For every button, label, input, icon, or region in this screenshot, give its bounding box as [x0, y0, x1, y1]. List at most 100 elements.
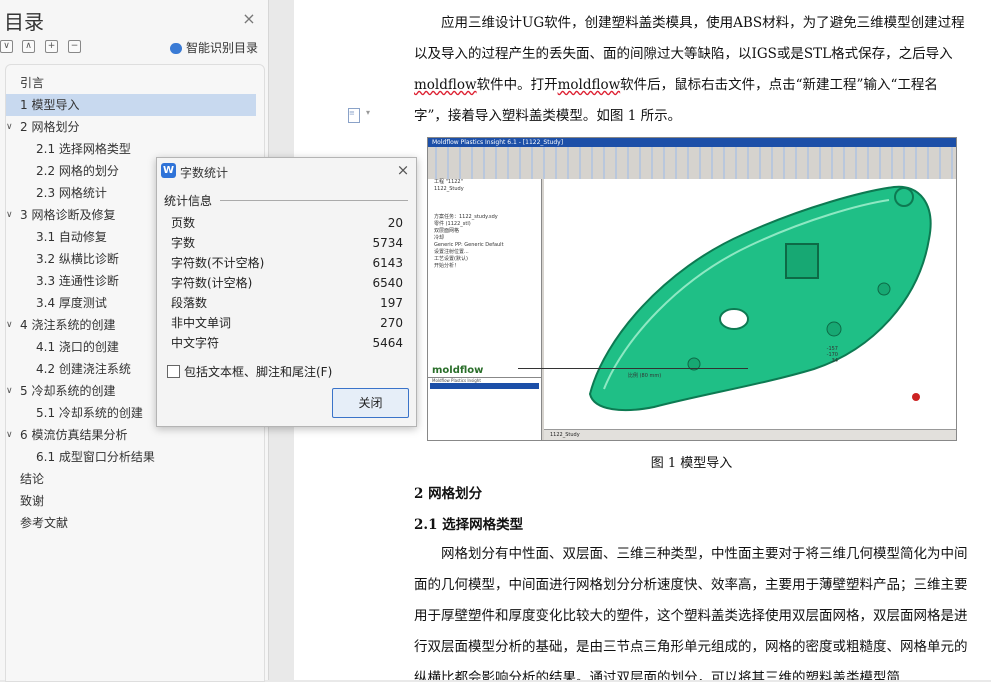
paragraph-handle-icon[interactable]: ≡ — [348, 108, 360, 123]
part-tab — [894, 187, 914, 207]
heading-2[interactable]: 2 网格划分 — [414, 482, 482, 502]
add-heading-icon[interactable]: + — [45, 40, 58, 53]
figure-scale-bar — [518, 368, 748, 369]
toc-item-label: 3.2 纵横比诊断 — [36, 252, 119, 266]
figure-project-tree: 工程 "1122" 1122_Study 方案任务：1122_study.sdy 零件… — [428, 179, 542, 440]
dialog-title: 字数统计 — [180, 166, 229, 180]
stats-section-title: 统计信息 — [164, 194, 213, 208]
stat-row: 非中文单词 270 — [171, 313, 403, 333]
figure-tree-line: 设置注射位置... — [434, 249, 469, 255]
stat-label: 中文字符 — [171, 336, 220, 350]
chevron-down-icon[interactable]: ▾ — [366, 108, 370, 117]
toc-item-label: 致谢 — [20, 494, 45, 508]
chevron-down-icon[interactable]: ∨ — [6, 380, 13, 402]
toc-item[interactable]: 参考文献 — [6, 512, 256, 534]
figure-titlebar: Moldflow Plastics Insight 6.1 - [1122_St… — [428, 138, 956, 147]
chevron-down-icon[interactable]: ∨ — [6, 116, 13, 138]
figure-model-view — [544, 179, 956, 429]
toc-item-label: 5 冷却系统的创建 — [20, 384, 116, 398]
close-icon[interactable]: × — [240, 10, 258, 28]
figure-image[interactable]: Moldflow Plastics Insight 6.1 - [1122_St… — [427, 137, 957, 441]
toc-item[interactable]: 致谢 — [6, 490, 256, 512]
stat-value: 6143 — [372, 256, 403, 270]
figure-tree-lines: 工程 "1122" 1122_Study 方案任务：1122_study.sdy 零件… — [428, 179, 541, 270]
expand-up-icon[interactable]: ∧ — [22, 40, 35, 53]
toc-item-label: 2.2 网格的划分 — [36, 164, 119, 178]
stat-label: 段落数 — [171, 296, 208, 310]
coord-z: 34 — [831, 358, 838, 364]
para1-text-a: 应用三维设计UG软件，创建塑料盖类模具，使用ABS材料，为了避免三维模型创建过程… — [414, 15, 965, 62]
toc-item-label: 2.3 网格统计 — [36, 186, 107, 200]
figure-caption[interactable]: 图 1 模型导入 — [0, 452, 991, 471]
stat-value: 270 — [380, 316, 403, 330]
stat-value: 5464 — [372, 336, 403, 350]
toc-item-label: 参考文献 — [20, 516, 69, 530]
figure-study-tab: 1122_Study — [544, 429, 956, 440]
para2-text: 网格划分有中性面、双层面、三维三种类型，中性面主要对于将三维几何模型简化为中间面… — [414, 546, 968, 680]
stat-label: 字符数(计空格) — [171, 276, 253, 290]
toc-item-label: 1 模型导入 — [20, 98, 80, 112]
wps-logo-icon: W — [161, 163, 176, 178]
close-icon[interactable]: × — [395, 161, 411, 179]
moldflow-word-1: moldflow — [414, 77, 477, 93]
toc-item-label: 4.1 浇口的创建 — [36, 340, 119, 354]
paragraph-1[interactable]: 应用三维设计UG软件，创建塑料盖类模具，使用ABS材料，为了避免三维模型创建过程… — [414, 8, 969, 132]
stat-label: 字数 — [171, 236, 196, 250]
stat-value: 5734 — [372, 236, 403, 250]
stats-list: 页数 20 字数 5734 字符数(不计空格) 6143 字符数(计空格) 6540 段落数 19… — [171, 213, 403, 353]
figure-tree-line: Generic PP: Generic Default — [434, 242, 504, 248]
stat-row: 字数 5734 — [171, 233, 403, 253]
figure-tree-line: 开始分析！ — [434, 263, 460, 269]
part-hole — [719, 308, 749, 330]
toc-title: 目录 — [4, 10, 44, 34]
toc-item[interactable]: ∨ 2 网格划分 — [6, 116, 256, 138]
figure-coords: -157 -170 34 — [816, 346, 838, 364]
figure-tree-line — [428, 200, 541, 207]
stat-label: 非中文单词 — [171, 316, 232, 330]
part-boss — [785, 243, 819, 279]
part-boss-small-1 — [826, 321, 842, 337]
include-textbox-label[interactable]: 包括文本框、脚注和尾注(F) — [184, 363, 332, 380]
toc-item-label: 3.3 连通性诊断 — [36, 274, 119, 288]
toc-item[interactable]: 1 模型导入 — [6, 94, 256, 116]
toc-item-label: 2.1 选择网格类型 — [36, 142, 131, 156]
toc-item[interactable]: 结论 — [6, 468, 256, 490]
chevron-down-icon[interactable]: ∨ — [6, 204, 13, 226]
toc-item-label: 3 网格诊断及修复 — [20, 208, 116, 222]
stat-label: 字符数(不计空格) — [171, 256, 265, 270]
part-boss-small-3 — [877, 282, 891, 296]
toc-item-label: 2 网格划分 — [20, 120, 80, 134]
toc-item[interactable]: 引言 — [6, 72, 256, 94]
smart-toc-button[interactable]: 智能识别目录 — [170, 39, 258, 56]
toc-item-label: 结论 — [20, 472, 45, 486]
figure-tree-line: 工程 "1122" — [434, 179, 463, 185]
close-button[interactable]: 关闭 — [332, 388, 409, 418]
figure-tree-line: 零件 (1122_stl) — [434, 221, 471, 227]
toc-item-label: 3.4 厚度测试 — [36, 296, 107, 310]
remove-heading-icon[interactable]: − — [68, 40, 81, 53]
chevron-down-icon[interactable]: ∨ — [6, 314, 13, 336]
moldflow-logo: moldflow — [432, 365, 484, 376]
stat-value: 20 — [387, 216, 403, 230]
paragraph-2[interactable]: 网格划分有中性面、双层面、三维三种类型，中性面主要对于将三维几何模型简化为中间面… — [414, 539, 969, 680]
heading-2-1[interactable]: 2.1 选择网格类型 — [414, 513, 523, 533]
toc-item-label: 5.1 冷却系统的创建 — [36, 406, 143, 420]
toc-item-label: 4 浇注系统的创建 — [20, 318, 116, 332]
figure-tree-line: 双层面网格 — [434, 228, 460, 234]
smart-toc-label: 智能识别目录 — [186, 41, 259, 55]
include-textbox-checkbox[interactable] — [167, 365, 180, 378]
stat-row: 字符数(不计空格) 6143 — [171, 253, 403, 273]
figure-tree-line: 方案任务：1122_study.sdy — [434, 214, 498, 220]
section-divider — [220, 200, 408, 201]
figure-tree-line: 冷却 — [434, 235, 445, 241]
toc-item[interactable]: ∨ 6 模流仿真结果分析 — [6, 424, 256, 446]
stat-row: 段落数 197 — [171, 293, 403, 313]
word-count-dialog: W 字数统计 × 统计信息 页数 20 字数 5734 字符数(不计空格) 6143 字符数… — [156, 157, 417, 427]
figure-model-svg — [588, 185, 932, 412]
stat-row: 字符数(计空格) 6540 — [171, 273, 403, 293]
toc-item-label: 6 模流仿真结果分析 — [20, 428, 128, 442]
figure-tree-line: 工艺设置(默认) — [434, 256, 468, 262]
chevron-down-icon[interactable]: ∨ — [6, 424, 13, 446]
axis-triad-icon — [912, 393, 920, 401]
collapse-all-icon[interactable]: ∨ — [0, 40, 13, 53]
